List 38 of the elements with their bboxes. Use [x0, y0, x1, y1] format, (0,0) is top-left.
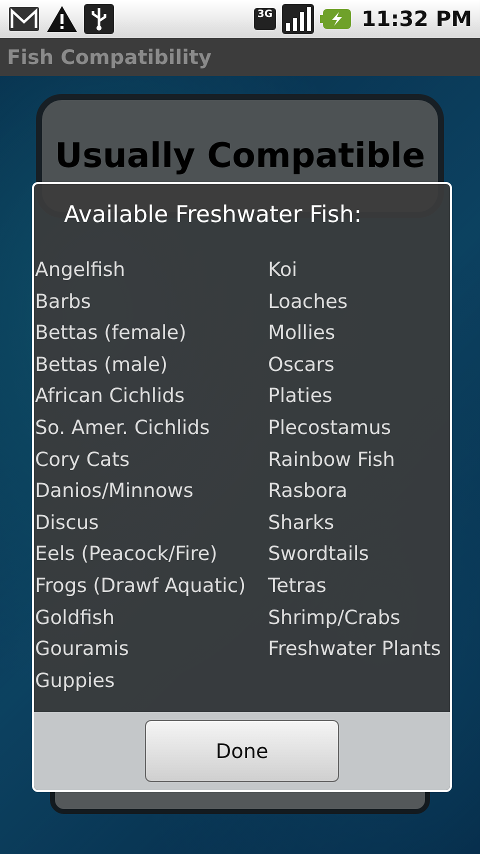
mail-icon [8, 6, 40, 32]
network-type-icon: 3G [254, 8, 276, 30]
fish-name: Tetras [267, 572, 328, 599]
fish-name: African Cichlids [34, 383, 186, 410]
warning-icon [46, 5, 78, 33]
fish-name: Cory Cats [34, 446, 131, 473]
usb-icon [84, 4, 114, 34]
fish-name: So. Amer. Cichlids [34, 414, 211, 441]
fish-name: Guppies [34, 668, 116, 694]
dialog-title: Available Freshwater Fish: [63, 201, 363, 230]
fish-name: Shrimp/Crabs [267, 604, 402, 631]
fish-name: Loaches [267, 288, 349, 315]
done-button[interactable]: Done [145, 720, 339, 782]
fish-name: Platies [267, 383, 334, 410]
fish-name: Bettas (male) [34, 352, 169, 378]
battery-charging-icon [320, 8, 352, 30]
fish-name: Rasbora [267, 478, 349, 504]
fish-name: Goldfish [34, 604, 116, 631]
fish-name: Danios/Minnows [34, 478, 194, 504]
clock-time: 11:32 PM [362, 7, 472, 31]
signal-icon [282, 4, 314, 34]
fish-name: Discus [34, 510, 100, 536]
fish-name: Mollies [267, 320, 336, 346]
fish-name: Frogs (Drawf Aquatic) [34, 572, 247, 599]
fish-name: Koi [267, 257, 298, 283]
result-title: Usually Compatible [54, 136, 426, 176]
fish-name: Sharks [267, 510, 336, 536]
fish-name: Eels (Peacock/Fire) [34, 541, 218, 568]
fish-name: Angelfish [34, 257, 126, 283]
fish-name: Oscars [267, 352, 336, 378]
fish-name: Rainbow Fish [267, 446, 396, 473]
fish-name: Freshwater Plants [267, 636, 442, 662]
fish-name: Gouramis [34, 636, 130, 662]
fish-name: Plecostamus [267, 414, 392, 441]
app-title: Fish Compatibility [7, 45, 212, 69]
fish-name: Barbs [34, 288, 92, 315]
fish-name: Bettas (female) [34, 320, 188, 346]
fish-name: Swordtails [267, 541, 370, 568]
